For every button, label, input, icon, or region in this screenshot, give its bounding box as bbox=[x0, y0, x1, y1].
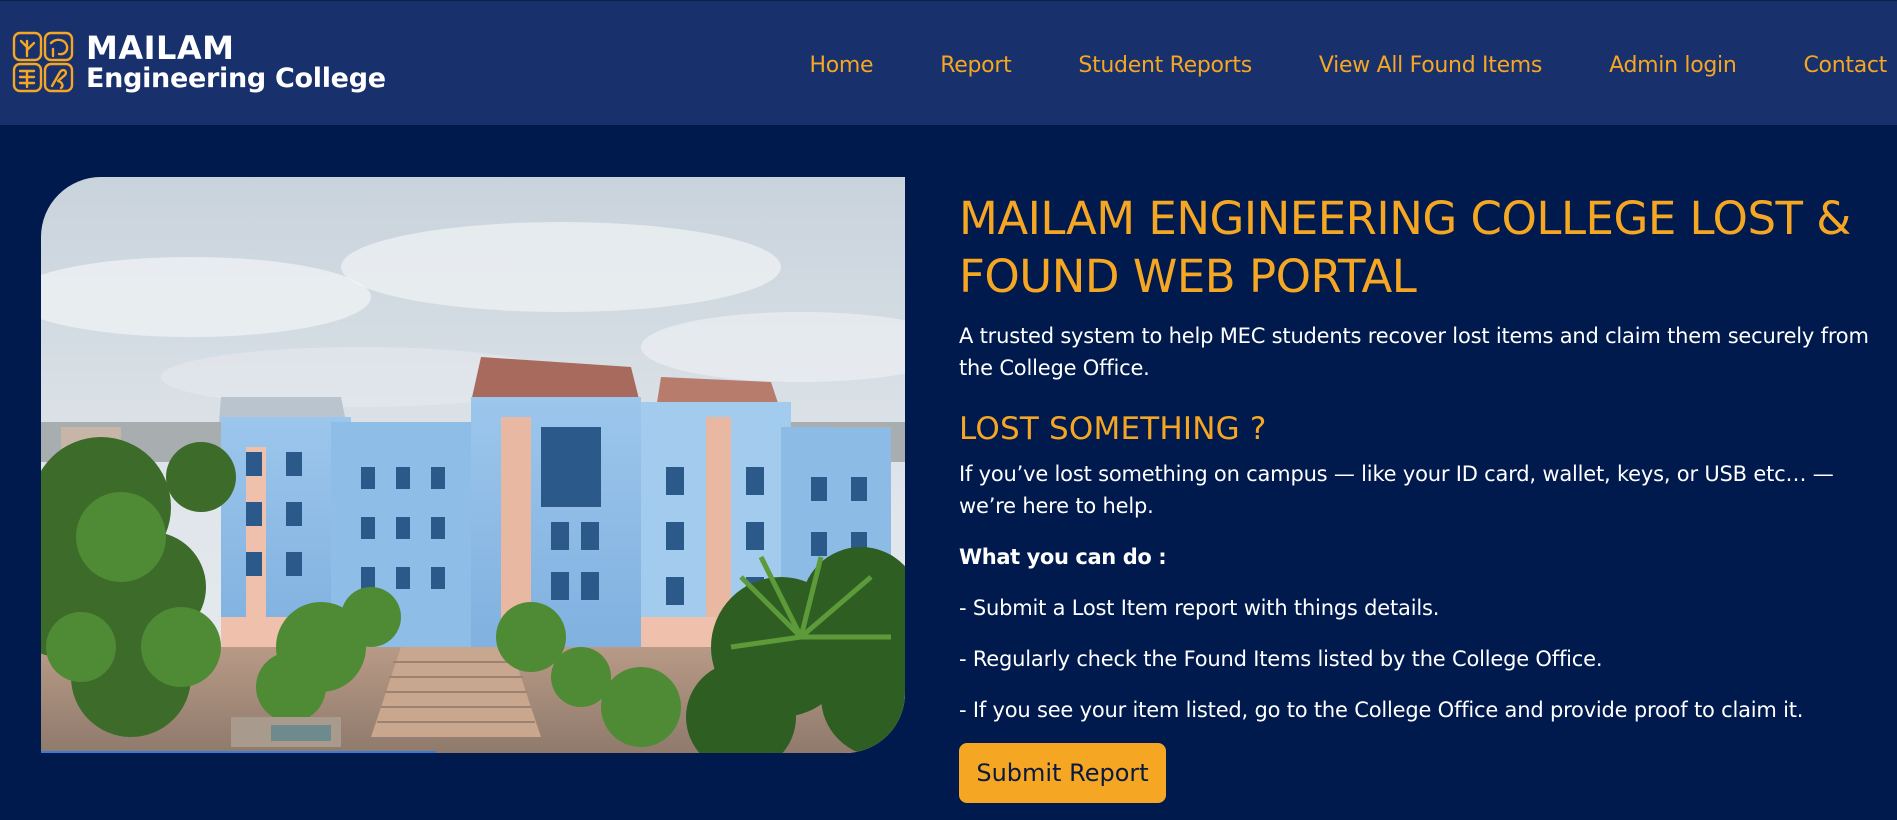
page-title: MAILAM ENGINEERING COLLEGE LOST & FOUND … bbox=[959, 192, 1851, 303]
lost-something-text: If you’ve lost something on campus — lik… bbox=[959, 462, 1834, 518]
submit-report-button[interactable]: Submit Report bbox=[959, 743, 1166, 803]
brand-name: MAILAM bbox=[86, 29, 235, 67]
nav-view-all-found-items[interactable]: View All Found Items bbox=[1319, 53, 1542, 78]
nav-contact[interactable]: Contact bbox=[1804, 53, 1888, 78]
hero-underline-accent bbox=[41, 751, 436, 753]
nav-admin-login[interactable]: Admin login bbox=[1609, 53, 1737, 78]
brand-subtitle: Engineering College bbox=[86, 63, 386, 94]
list-item: - If you see your item listed, go to the… bbox=[959, 698, 1804, 722]
brand[interactable]: MAILAM Engineering College bbox=[12, 31, 386, 93]
list-item: - Regularly check the Found Items listed… bbox=[959, 647, 1603, 671]
what-you-can-do-heading: What you can do : bbox=[959, 545, 1167, 569]
lost-something-heading: LOST SOMETHING ? bbox=[959, 411, 1267, 447]
nav-menu: Home Report Student Reports View All Fou… bbox=[809, 53, 1897, 78]
nav-report[interactable]: Report bbox=[940, 53, 1011, 78]
nav-student-reports[interactable]: Student Reports bbox=[1078, 53, 1252, 78]
navbar: MAILAM Engineering College Home Report S… bbox=[0, 0, 1897, 125]
main-content: MAILAM ENGINEERING COLLEGE LOST & FOUND … bbox=[959, 190, 1879, 726]
campus-photo-illustration bbox=[41, 177, 905, 753]
nav-home[interactable]: Home bbox=[809, 53, 873, 78]
college-logo-icon bbox=[12, 31, 74, 93]
campus-building-photo bbox=[41, 177, 905, 753]
tagline: A trusted system to help MEC students re… bbox=[959, 324, 1869, 380]
list-item: - Submit a Lost Item report with things … bbox=[959, 596, 1440, 620]
